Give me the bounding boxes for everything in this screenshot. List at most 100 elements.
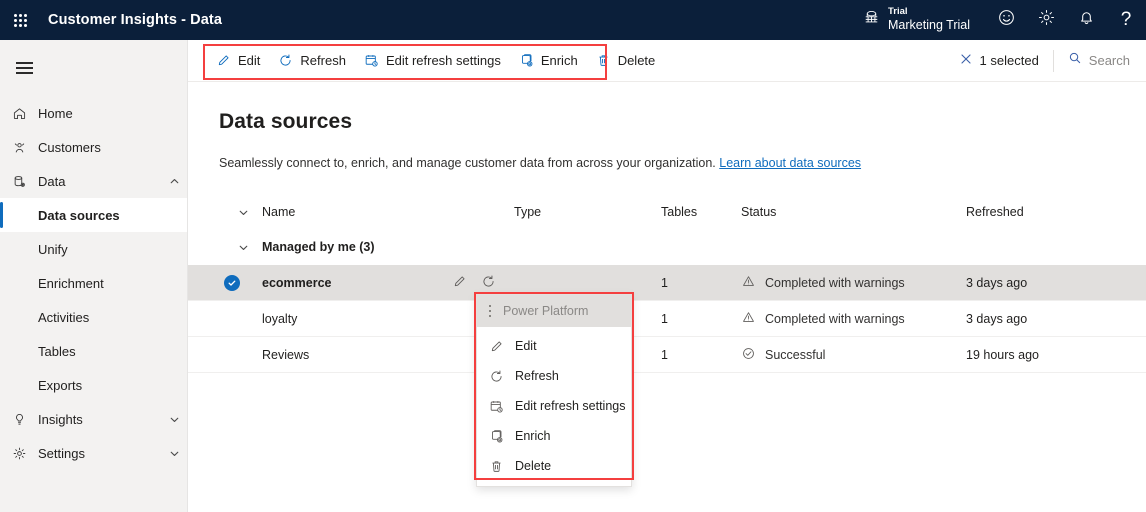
sidebar-item-unify[interactable]: Unify [0, 232, 187, 266]
app-launcher-button[interactable] [0, 0, 40, 40]
tenant-indicator[interactable]: Trial Marketing Trial [847, 6, 986, 33]
search-input[interactable]: Search [1054, 51, 1130, 70]
feedback-smiley-button[interactable] [986, 0, 1026, 40]
app-title: Customer Insights - Data [48, 12, 223, 28]
sidebar-item-activities[interactable]: Activities [0, 300, 187, 334]
sidebar-item-data[interactable]: Data [0, 164, 187, 198]
row-tables: 1 [661, 275, 668, 290]
warning-icon [741, 310, 756, 328]
row-status-label: Successful [765, 347, 826, 362]
refresh-button[interactable]: Refresh [269, 45, 355, 77]
row-name: ecommerce [262, 275, 332, 290]
refresh-icon [489, 369, 505, 384]
notifications-button[interactable] [1066, 0, 1106, 40]
sidebar-item-customers[interactable]: Customers [0, 130, 187, 164]
database-gear-icon [12, 174, 38, 189]
app-header-right: Trial Marketing Trial ? [847, 0, 1146, 40]
pencil-icon [489, 339, 505, 354]
row-status: Successful [741, 346, 966, 364]
home-icon [12, 106, 38, 121]
context-menu-item-delete[interactable]: Delete [477, 451, 631, 481]
smiley-icon [997, 8, 1016, 32]
table-row[interactable]: loyalty 1 Completed with warnings 3 days… [188, 301, 1146, 337]
sidebar-item-enrichment[interactable]: Enrichment [0, 266, 187, 300]
row-status-label: Completed with warnings [765, 311, 905, 326]
group-collapse-toggle[interactable] [188, 242, 262, 253]
sidebar-item-insights[interactable]: Insights [0, 402, 187, 436]
column-header-type[interactable]: Type [514, 205, 661, 219]
context-menu-item-label: Edit [515, 339, 537, 353]
row-refreshed: 3 days ago [966, 311, 1028, 326]
column-header-name[interactable]: Name [262, 205, 452, 219]
context-menu-item-label: Delete [515, 459, 552, 473]
sidebar-item-settings[interactable]: Settings [0, 436, 187, 470]
table-row[interactable]: ecommerce 1 Completed with warnings 3 da… [188, 265, 1146, 301]
row-tables: 1 [661, 311, 668, 326]
dot [488, 314, 492, 318]
expand-all-toggle[interactable] [188, 207, 262, 218]
more-options-button[interactable] [477, 295, 503, 327]
row-status: Completed with warnings [741, 274, 966, 292]
calendar-clock-icon [364, 53, 379, 68]
sidebar-item-label: Exports [38, 377, 83, 393]
sidebar: Home Customers Data Data sources Unify E… [0, 40, 188, 512]
learn-about-data-sources-link[interactable]: Learn about data sources [719, 156, 861, 170]
sidebar-item-label: Settings [38, 445, 85, 461]
context-menu-item-refresh[interactable]: Refresh [477, 361, 631, 391]
sidebar-item-tables[interactable]: Tables [0, 334, 187, 368]
sidebar-item-label: Insights [38, 411, 83, 427]
row-refreshed: 19 hours ago [966, 347, 1039, 362]
menu-toggle-button[interactable] [0, 48, 48, 88]
enrich-icon [489, 429, 505, 444]
sidebar-item-label: Activities [38, 309, 90, 325]
context-menu-item-enrich[interactable]: Enrich [477, 421, 631, 451]
command-bar: Edit Refresh Edit refresh settings Enric… [188, 40, 1146, 82]
waffle-icon [13, 13, 27, 27]
sidebar-item-label: Customers [38, 139, 101, 155]
gear-icon [12, 446, 38, 461]
tenant-kicker: Trial [888, 6, 908, 18]
trash-icon [596, 53, 611, 68]
app-header: Customer Insights - Data Trial Marketing… [0, 0, 1146, 40]
sidebar-item-home[interactable]: Home [0, 96, 187, 130]
command-bar-right: 1 selected Search [953, 40, 1146, 82]
bell-icon [1077, 8, 1096, 32]
row-refresh-icon[interactable] [481, 274, 496, 292]
edit-button-label: Edit [238, 53, 261, 68]
row-refreshed: 3 days ago [966, 275, 1028, 290]
warning-icon [741, 274, 756, 292]
sidebar-item-data-sources[interactable]: Data sources [0, 198, 187, 232]
column-header-status[interactable]: Status [741, 205, 966, 219]
trash-icon [489, 459, 505, 474]
sidebar-item-label: Enrichment [38, 275, 104, 291]
context-menu-item-edit-refresh-settings[interactable]: Edit refresh settings [477, 391, 631, 421]
help-button[interactable]: ? [1106, 0, 1146, 40]
row-edit-icon[interactable] [452, 274, 467, 292]
tenant-name: Marketing Trial [888, 18, 970, 33]
context-menu-item-edit[interactable]: Edit [477, 331, 631, 361]
globe-icon [863, 9, 880, 31]
close-icon [959, 52, 973, 69]
enrich-icon [519, 53, 534, 68]
edit-refresh-settings-button[interactable]: Edit refresh settings [355, 45, 510, 77]
lightbulb-icon [12, 412, 38, 427]
row-inline-actions [452, 274, 514, 292]
chevron-down-icon [239, 245, 248, 250]
delete-button[interactable]: Delete [587, 45, 665, 77]
sidebar-item-label: Home [38, 105, 73, 121]
clear-selection-button[interactable]: 1 selected [953, 49, 1054, 72]
table-group-row[interactable]: Managed by me (3) [188, 229, 1146, 265]
edit-button[interactable]: Edit [207, 45, 269, 77]
row-checkbox[interactable] [188, 274, 262, 291]
dot [488, 304, 492, 308]
table-row[interactable]: Reviews 1 Successful 19 hours ago [188, 337, 1146, 373]
dot [488, 309, 492, 313]
column-header-tables[interactable]: Tables [661, 205, 741, 219]
sidebar-item-exports[interactable]: Exports [0, 368, 187, 402]
column-header-refreshed[interactable]: Refreshed [966, 205, 1146, 219]
settings-button[interactable] [1026, 0, 1066, 40]
people-icon [12, 140, 38, 155]
chevron-up-icon [161, 176, 187, 187]
main-content: Data sources Seamlessly connect to, enri… [188, 82, 1146, 512]
enrich-button[interactable]: Enrich [510, 45, 587, 77]
